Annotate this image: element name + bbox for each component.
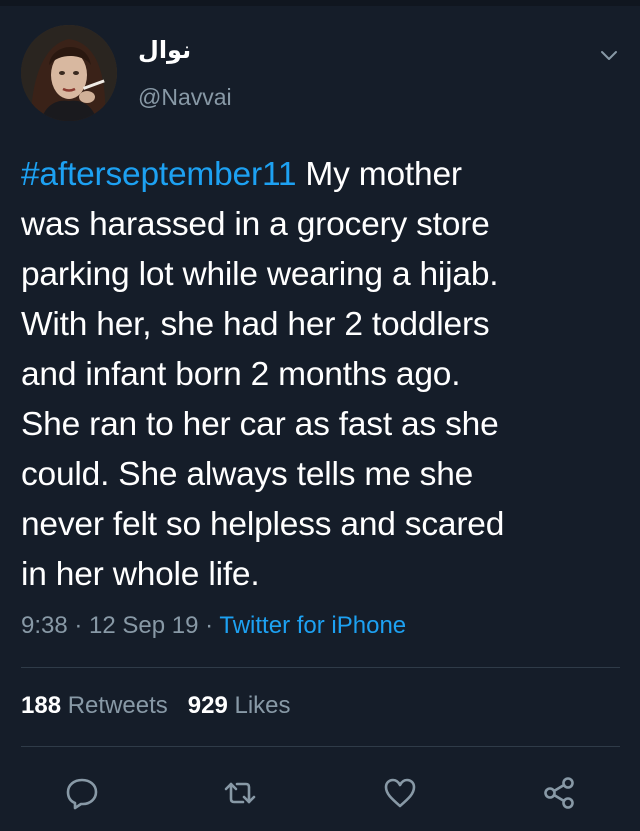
tweet-line-3: parking lot while wearing a hijab. — [21, 256, 499, 293]
tweet-date[interactable]: 12 Sep 19 — [89, 612, 198, 639]
tweet-line-5: and infant born 2 months ago. — [21, 356, 461, 393]
tweet-line-1: #afterseptember11 My mother — [21, 156, 462, 193]
chevron-down-icon[interactable] — [598, 44, 620, 66]
tweet-line-7: could. She always tells me she — [21, 456, 474, 493]
likes-count: 929 — [187, 692, 228, 719]
tweet-source-link[interactable]: Twitter for iPhone — [219, 612, 406, 639]
avatar-photo — [21, 25, 117, 121]
display-name[interactable]: نوال — [138, 36, 191, 64]
divider — [21, 667, 620, 668]
meta-separator: · — [67, 612, 90, 639]
reply-button[interactable] — [64, 775, 100, 811]
divider — [21, 746, 620, 747]
reply-icon — [66, 778, 98, 810]
tweet-line-2: was harassed in a grocery store — [21, 206, 490, 243]
like-icon — [384, 778, 416, 808]
tweet-line-6: She ran to her car as fast as she — [21, 406, 499, 443]
tweet-stats: 188 Retweets 929 Likes — [21, 692, 291, 720]
tweet-meta: 9:38 · 12 Sep 19 · Twitter for iPhone — [21, 612, 406, 640]
retweet-icon — [224, 782, 256, 804]
retweet-button[interactable] — [222, 775, 258, 811]
share-button[interactable] — [541, 775, 577, 811]
retweets-label: Retweets — [67, 692, 168, 719]
retweets-count: 188 — [21, 692, 62, 719]
user-handle[interactable]: @Navvai — [138, 84, 232, 111]
retweets-stat[interactable]: 188 Retweets — [21, 692, 168, 719]
like-button[interactable] — [382, 775, 418, 811]
likes-label: Likes — [234, 692, 291, 719]
meta-separator: · — [198, 612, 220, 639]
tweet-line-8: never felt so helpless and scared — [21, 506, 505, 543]
share-icon — [544, 777, 574, 809]
top-edge — [0, 0, 640, 6]
tweet-time[interactable]: 9:38 — [21, 612, 68, 639]
tweet-line-9: in her whole life. — [21, 556, 260, 593]
likes-stat[interactable]: 929 Likes — [188, 692, 291, 719]
hashtag-link[interactable]: #afterseptember11 — [21, 156, 297, 193]
avatar[interactable] — [21, 25, 117, 121]
tweet-line-4: With her, she had her 2 toddlers — [21, 306, 490, 343]
tweet-text: #afterseptember11 My mother was harassed… — [21, 150, 621, 600]
